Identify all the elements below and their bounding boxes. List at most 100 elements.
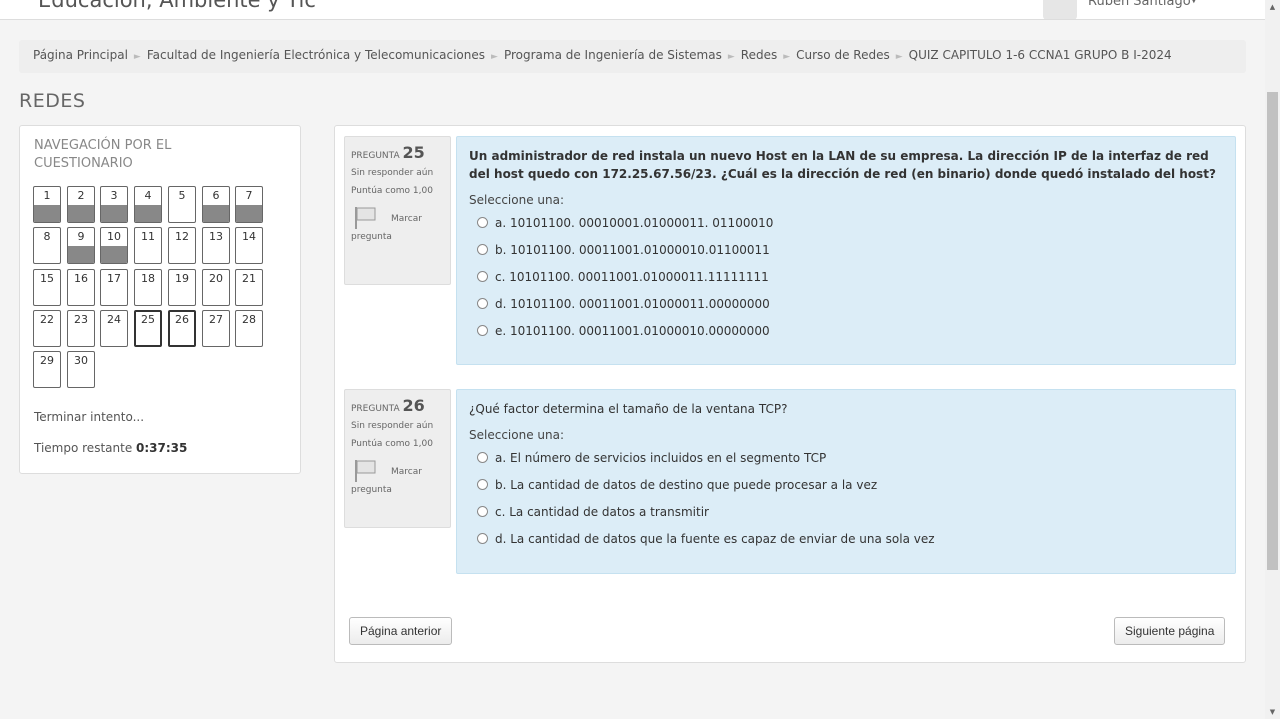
- question-nav-button[interactable]: 28: [235, 310, 263, 347]
- flag-question-label[interactable]: Marcar: [391, 467, 422, 477]
- user-name[interactable]: Ruben Santiago: [1088, 0, 1191, 9]
- radio-button[interactable]: [477, 271, 488, 282]
- question-nav-number[interactable]: 11: [141, 230, 155, 243]
- radio-button[interactable]: [477, 452, 488, 463]
- question-nav-button[interactable]: 22: [33, 310, 61, 347]
- question-nav-button[interactable]: 18: [134, 269, 162, 306]
- question-nav-number[interactable]: 19: [175, 272, 189, 285]
- radio-button[interactable]: [477, 217, 488, 228]
- question-nav-button[interactable]: 11: [134, 227, 162, 264]
- question-nav-button[interactable]: 1: [33, 186, 61, 223]
- question-nav-button[interactable]: 6: [202, 186, 230, 223]
- site-title[interactable]: Educación, Ambiente y Tic: [38, 0, 316, 12]
- flag-icon[interactable]: [353, 206, 377, 230]
- question-nav-button[interactable]: 15: [33, 269, 61, 306]
- scroll-up-icon[interactable]: ▲: [1265, 0, 1280, 14]
- question-nav-number[interactable]: 23: [74, 313, 88, 326]
- flag-question-toggle[interactable]: Marcar pregunta: [351, 457, 444, 497]
- question-nav-button[interactable]: 25: [134, 310, 162, 347]
- question-nav-button[interactable]: 16: [67, 269, 95, 306]
- breadcrumb-item-quiz[interactable]: QUIZ CAPITULO 1-6 CCNA1 GRUPO B I-2024: [909, 48, 1172, 62]
- answer-option-label[interactable]: a. 10101100. 00010001.01000011. 01100010: [495, 216, 773, 230]
- answer-option-label[interactable]: d. La cantidad de datos que la fuente es…: [495, 532, 935, 546]
- question-nav-number[interactable]: 5: [179, 189, 186, 202]
- question-nav-number[interactable]: 26: [175, 313, 189, 326]
- question-nav-number[interactable]: 16: [74, 272, 88, 285]
- breadcrumb-item-faculty[interactable]: Facultad de Ingeniería Electrónica y Tel…: [147, 48, 485, 62]
- question-nav-button[interactable]: 30: [67, 351, 95, 388]
- flag-question-label[interactable]: Marcar: [391, 214, 422, 224]
- question-nav-number[interactable]: 13: [209, 230, 223, 243]
- answer-option-label[interactable]: d. 10101100. 00011001.01000011.00000000: [495, 297, 770, 311]
- question-nav-number[interactable]: 9: [78, 230, 85, 243]
- radio-button[interactable]: [477, 298, 488, 309]
- answer-option[interactable]: a. El número de servicios incluidos en e…: [469, 444, 1223, 471]
- answer-option[interactable]: a. 10101100. 00010001.01000011. 01100010: [469, 209, 1223, 236]
- answer-option-label[interactable]: c. La cantidad de datos a transmitir: [495, 505, 709, 519]
- answer-option[interactable]: c. La cantidad de datos a transmitir: [469, 498, 1223, 525]
- question-nav-number[interactable]: 30: [74, 354, 88, 367]
- question-nav-number[interactable]: 1: [44, 189, 51, 202]
- answer-option-label[interactable]: e. 10101100. 00011001.01000010.00000000: [495, 324, 770, 338]
- answer-option[interactable]: d. La cantidad de datos que la fuente es…: [469, 525, 1223, 552]
- question-nav-number[interactable]: 4: [145, 189, 152, 202]
- answer-option-label[interactable]: b. La cantidad de datos de destino que p…: [495, 478, 877, 492]
- question-nav-button[interactable]: 19: [168, 269, 196, 306]
- breadcrumb-item-home[interactable]: Página Principal: [33, 48, 128, 62]
- radio-button[interactable]: [477, 506, 488, 517]
- question-nav-number[interactable]: 21: [242, 272, 256, 285]
- question-nav-button[interactable]: 8: [33, 227, 61, 264]
- flag-icon[interactable]: [353, 459, 377, 483]
- answer-option[interactable]: b. La cantidad de datos de destino que p…: [469, 471, 1223, 498]
- avatar[interactable]: [1043, 0, 1077, 19]
- question-nav-button[interactable]: 26: [168, 310, 196, 347]
- question-nav-button[interactable]: 5: [168, 186, 196, 223]
- question-nav-number[interactable]: 7: [246, 189, 253, 202]
- question-nav-button[interactable]: 29: [33, 351, 61, 388]
- question-nav-button[interactable]: 24: [100, 310, 128, 347]
- question-nav-number[interactable]: 22: [40, 313, 54, 326]
- question-nav-number[interactable]: 15: [40, 272, 54, 285]
- question-nav-button[interactable]: 9: [67, 227, 95, 264]
- question-nav-number[interactable]: 14: [242, 230, 256, 243]
- question-nav-number[interactable]: 28: [242, 313, 256, 326]
- question-nav-number[interactable]: 3: [111, 189, 118, 202]
- flag-question-toggle[interactable]: Marcar pregunta: [351, 204, 444, 244]
- question-nav-button[interactable]: 2: [67, 186, 95, 223]
- question-nav-number[interactable]: 2: [78, 189, 85, 202]
- question-nav-number[interactable]: 27: [209, 313, 223, 326]
- question-nav-button[interactable]: 13: [202, 227, 230, 264]
- question-nav-button[interactable]: 14: [235, 227, 263, 264]
- breadcrumb-item-course[interactable]: Curso de Redes: [796, 48, 890, 62]
- question-nav-number[interactable]: 20: [209, 272, 223, 285]
- scroll-down-icon[interactable]: ▼: [1265, 705, 1280, 719]
- flag-question-label-2[interactable]: pregunta: [351, 485, 392, 495]
- question-nav-button[interactable]: 23: [67, 310, 95, 347]
- answer-option-label[interactable]: b. 10101100. 00011001.01000010.01100011: [495, 243, 770, 257]
- radio-button[interactable]: [477, 479, 488, 490]
- question-nav-button[interactable]: 7: [235, 186, 263, 223]
- question-nav-number[interactable]: 25: [141, 313, 155, 326]
- question-nav-button[interactable]: 12: [168, 227, 196, 264]
- finish-attempt-link[interactable]: Terminar intento...: [34, 410, 144, 424]
- question-nav-button[interactable]: 10: [100, 227, 128, 264]
- scrollbar-thumb[interactable]: [1267, 92, 1278, 570]
- question-nav-number[interactable]: 17: [107, 272, 121, 285]
- answer-option[interactable]: e. 10101100. 00011001.01000010.00000000: [469, 317, 1223, 344]
- question-nav-number[interactable]: 10: [107, 230, 121, 243]
- answer-option[interactable]: d. 10101100. 00011001.01000011.00000000: [469, 290, 1223, 317]
- previous-page-button[interactable]: Página anterior: [349, 617, 453, 645]
- radio-button[interactable]: [477, 244, 488, 255]
- question-nav-button[interactable]: 4: [134, 186, 162, 223]
- question-nav-number[interactable]: 24: [107, 313, 121, 326]
- page-scrollbar[interactable]: ▲ ▼: [1265, 0, 1280, 719]
- question-nav-number[interactable]: 8: [44, 230, 51, 243]
- answer-option[interactable]: c. 10101100. 00011001.01000011.11111111: [469, 263, 1223, 290]
- question-nav-button[interactable]: 21: [235, 269, 263, 306]
- question-nav-button[interactable]: 27: [202, 310, 230, 347]
- question-nav-number[interactable]: 6: [213, 189, 220, 202]
- flag-question-label-2[interactable]: pregunta: [351, 232, 392, 242]
- question-nav-button[interactable]: 20: [202, 269, 230, 306]
- question-nav-number[interactable]: 29: [40, 354, 54, 367]
- question-nav-number[interactable]: 18: [141, 272, 155, 285]
